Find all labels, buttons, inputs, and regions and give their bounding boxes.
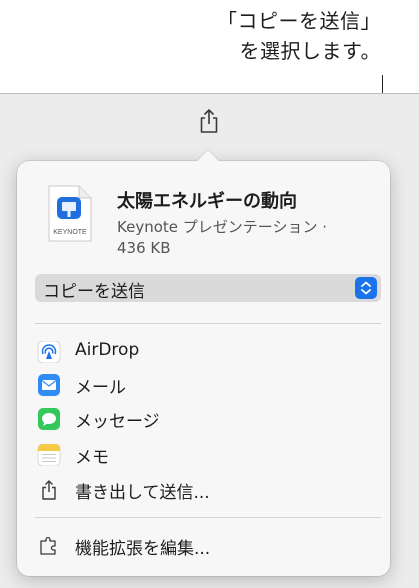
callout-line-1: 「コピーを送信」 (217, 9, 381, 33)
document-size: 436 KB (117, 239, 171, 257)
mail-icon (37, 374, 61, 396)
document-kind: Keynote プレゼンテーション · (117, 218, 327, 236)
document-meta: Keynote プレゼンテーション · 436 KB (117, 217, 357, 259)
menu-item-label: 機能拡張を編集... (75, 539, 211, 559)
menu-separator (35, 517, 381, 518)
menu-separator (35, 323, 381, 324)
menu-item-label: メール (75, 378, 126, 398)
callout-annotation: 「コピーを送信」 を選択します。 (217, 6, 381, 66)
menu-item-messages[interactable]: メッセージ (35, 404, 381, 434)
menu-item-label: 書き出して送信... (75, 483, 210, 503)
menu-item-label: AirDrop (75, 340, 140, 360)
menu-item-edit-extensions[interactable]: 機能拡張を編集... (35, 531, 381, 561)
keynote-icon-label: KEYNOTE (53, 229, 87, 236)
menu-item-label: メモ (75, 448, 109, 468)
messages-icon (37, 408, 61, 430)
share-export-icon (37, 479, 61, 501)
keynote-file-icon: KEYNOTE (45, 185, 93, 243)
document-title: 太陽エネルギーの動向 (117, 191, 297, 212)
menu-item-label: メッセージ (75, 412, 160, 432)
menu-item-airdrop[interactable]: AirDrop (35, 337, 381, 367)
menu-item-notes[interactable]: メモ (35, 440, 381, 470)
chevron-updown-icon (361, 281, 371, 295)
callout-line-2: を選択します。 (239, 39, 381, 63)
share-icon (200, 109, 218, 133)
popup-stepper (355, 277, 377, 299)
menu-item-export-send[interactable]: 書き出して送信... (35, 475, 381, 505)
notes-icon (37, 443, 61, 467)
share-mode-selected: コピーを送信 (43, 282, 145, 302)
share-mode-popup[interactable]: コピーを送信 (35, 274, 381, 302)
extensions-icon (37, 535, 61, 557)
airdrop-icon (37, 340, 61, 364)
menu-item-mail[interactable]: メール (35, 370, 381, 400)
toolbar-share-button[interactable] (197, 108, 221, 134)
popover-arrow (196, 150, 220, 162)
